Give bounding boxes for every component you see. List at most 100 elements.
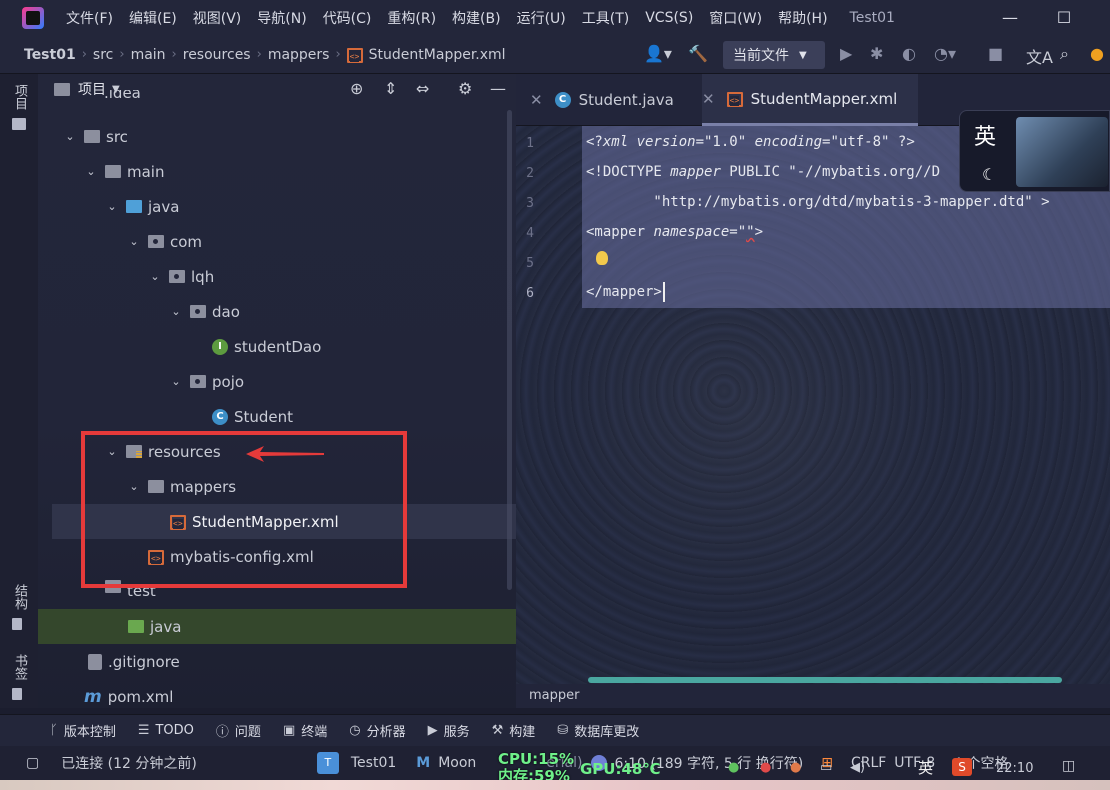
ime-indicator[interactable]: 英	[918, 757, 933, 778]
menu-edit[interactable]: 编辑(E)	[121, 8, 185, 28]
tree-item[interactable]: ⌄ main	[38, 154, 516, 189]
qq-icon[interactable]: ●	[760, 760, 771, 775]
tree-item[interactable]: ⌄ src	[38, 119, 516, 154]
menu-refactor[interactable]: 重构(R)	[379, 8, 444, 28]
menu-view[interactable]: 视图(V)	[185, 8, 250, 28]
maximize-icon[interactable]: ☐	[1040, 0, 1088, 36]
editor-area: ✕ C Student.java ✕ StudentMapper.xml 1 2…	[516, 74, 1110, 708]
tree-item[interactable]: ⌄ pojo	[38, 364, 516, 399]
taskbar-app-icon[interactable]: T	[316, 752, 339, 774]
breadcrumb-main[interactable]: main	[131, 47, 166, 63]
code-token: ="	[729, 224, 747, 240]
taskbar-project[interactable]: Test01	[351, 755, 396, 771]
menu-navigate[interactable]: 导航(N)	[249, 8, 314, 28]
close-icon[interactable]: ✕	[530, 91, 543, 109]
toolwindow-todo[interactable]: ☰ TODO	[138, 723, 194, 738]
run-icon[interactable]: ▶	[840, 44, 852, 63]
list-icon: ☰	[137, 723, 150, 738]
notification-icon[interactable]: ◫	[1062, 758, 1075, 774]
toolwindow-database-changes[interactable]: ⛁ 数据库更改	[557, 721, 639, 740]
tray-app-icon[interactable]: ●	[790, 760, 801, 775]
chevron-down-icon[interactable]: ⌄	[104, 200, 120, 213]
code-token: ="1.0"	[695, 134, 755, 150]
minimize-icon[interactable]: —	[986, 0, 1034, 36]
search-icon[interactable]: ⌕	[1060, 44, 1069, 64]
chevron-right-icon: ›	[256, 47, 262, 62]
tree-item[interactable]: .idea	[38, 90, 516, 110]
breadcrumb-resources[interactable]: resources	[183, 47, 251, 63]
tree-item[interactable]: .gitignore	[38, 644, 516, 679]
toolwindow-problems[interactable]: ⓘ 问题	[216, 721, 261, 740]
coverage-icon[interactable]: ◐	[902, 44, 916, 63]
tab-bookmarks[interactable]: 书签	[10, 654, 29, 680]
tab-studentmapper-xml[interactable]: ✕ StudentMapper.xml	[702, 74, 918, 126]
class-icon: C	[212, 408, 228, 425]
menu-help[interactable]: 帮助(H)	[770, 8, 835, 28]
tree-item[interactable]: C Student	[38, 399, 516, 434]
tree-item[interactable]: java	[38, 609, 516, 644]
project-scrollbar[interactable]	[507, 110, 512, 590]
toolwindow-profiler[interactable]: ◷ 分析器	[349, 721, 405, 740]
toolwindow-vcs[interactable]: ᚴ 版本控制	[50, 721, 116, 740]
stop-icon[interactable]: ■	[988, 44, 1003, 63]
code-line-6[interactable]: </mapper>	[586, 284, 662, 300]
menu-run[interactable]: 运行(U)	[509, 8, 574, 28]
menu-file[interactable]: 文件(F)	[58, 8, 121, 28]
breadcrumb-mappers[interactable]: mappers	[268, 47, 330, 63]
run-config-dropdown[interactable]: 当前文件 ▼	[723, 41, 825, 69]
connection-status[interactable]: 已连接 (12 分钟之前)	[61, 753, 197, 773]
code-line-3[interactable]: "http://mybatis.org/dtd/mybatis-3-mapper…	[586, 194, 1049, 210]
chevron-down-icon[interactable]: ⌄	[83, 165, 99, 178]
menu-tools[interactable]: 工具(T)	[574, 8, 637, 28]
xml-file-icon	[346, 47, 363, 63]
editor-breadcrumb[interactable]: mapper	[516, 684, 1110, 708]
toolwindow-build[interactable]: ⚒ 构建	[492, 721, 536, 740]
code-line-4[interactable]: <mapper namespace="">	[586, 224, 763, 240]
menu-code[interactable]: 代码(C)	[315, 8, 380, 28]
menu-vcs[interactable]: VCS(S)	[637, 10, 701, 26]
profile-icon[interactable]: ◔▾	[934, 44, 956, 63]
toolwindow-terminal[interactable]: ▣ 终端	[283, 721, 327, 740]
menu-window[interactable]: 窗口(W)	[701, 8, 770, 28]
tree-item-label: dao	[212, 302, 240, 321]
tree-item[interactable]: ⌄ lqh	[38, 259, 516, 294]
annotation-highlight-box	[81, 431, 407, 588]
breadcrumb-file[interactable]: StudentMapper.xml	[346, 47, 506, 63]
update-icon[interactable]: ●	[1090, 44, 1104, 63]
toolwindow-label: TODO	[155, 723, 194, 738]
debug-icon[interactable]: ✱	[870, 44, 883, 63]
close-icon[interactable]: ✕	[702, 90, 715, 108]
tree-item[interactable]: m pom.xml	[38, 679, 516, 708]
display-icon[interactable]: ▭	[820, 760, 832, 775]
tab-structure[interactable]: 结构	[10, 584, 29, 610]
tree-item[interactable]: ⌄ dao	[38, 294, 516, 329]
code-line-2[interactable]: <!DOCTYPE mapper PUBLIC "-//mybatis.org/…	[586, 164, 940, 180]
panel-toggle-icon[interactable]: ▢	[26, 755, 39, 771]
breadcrumb-project[interactable]: Test01	[24, 47, 76, 63]
chevron-down-icon[interactable]: ⌄	[147, 270, 163, 283]
hammer-build-icon[interactable]: 🔨	[688, 44, 708, 63]
interface-icon: I	[212, 338, 228, 355]
menu-build[interactable]: 构建(B)	[444, 8, 509, 28]
toolwindow-services[interactable]: ▶ 服务	[428, 721, 470, 740]
tree-item[interactable]: I studentDao	[38, 329, 516, 364]
tree-item[interactable]: ⌄ com	[38, 224, 516, 259]
tab-student-java[interactable]: ✕ C Student.java	[530, 74, 700, 126]
chevron-down-icon[interactable]: ⌄	[168, 375, 184, 388]
lightbulb-icon[interactable]	[596, 251, 608, 265]
breadcrumb-src[interactable]: src	[93, 47, 113, 63]
tree-item[interactable]: ⌄ java	[38, 189, 516, 224]
chevron-down-icon[interactable]: ⌄	[168, 305, 184, 318]
user-icon[interactable]: 👤▾	[644, 44, 672, 63]
sogou-icon[interactable]: S	[952, 758, 972, 776]
chevron-down-icon[interactable]: ⌄	[62, 130, 78, 143]
theme-name[interactable]: Moon	[438, 755, 476, 771]
translate-icon[interactable]: 文A	[1026, 44, 1053, 68]
horizontal-scrollbar[interactable]	[588, 677, 1062, 683]
line-number: 6	[526, 286, 534, 301]
volume-icon[interactable]: ◀)	[850, 760, 865, 775]
chevron-down-icon[interactable]: ⌄	[126, 235, 142, 248]
wechat-icon[interactable]: ●	[728, 760, 739, 775]
tab-project[interactable]: 项目	[10, 84, 29, 110]
code-line-1[interactable]: <?xml version="1.0" encoding="utf-8" ?>	[586, 134, 915, 150]
